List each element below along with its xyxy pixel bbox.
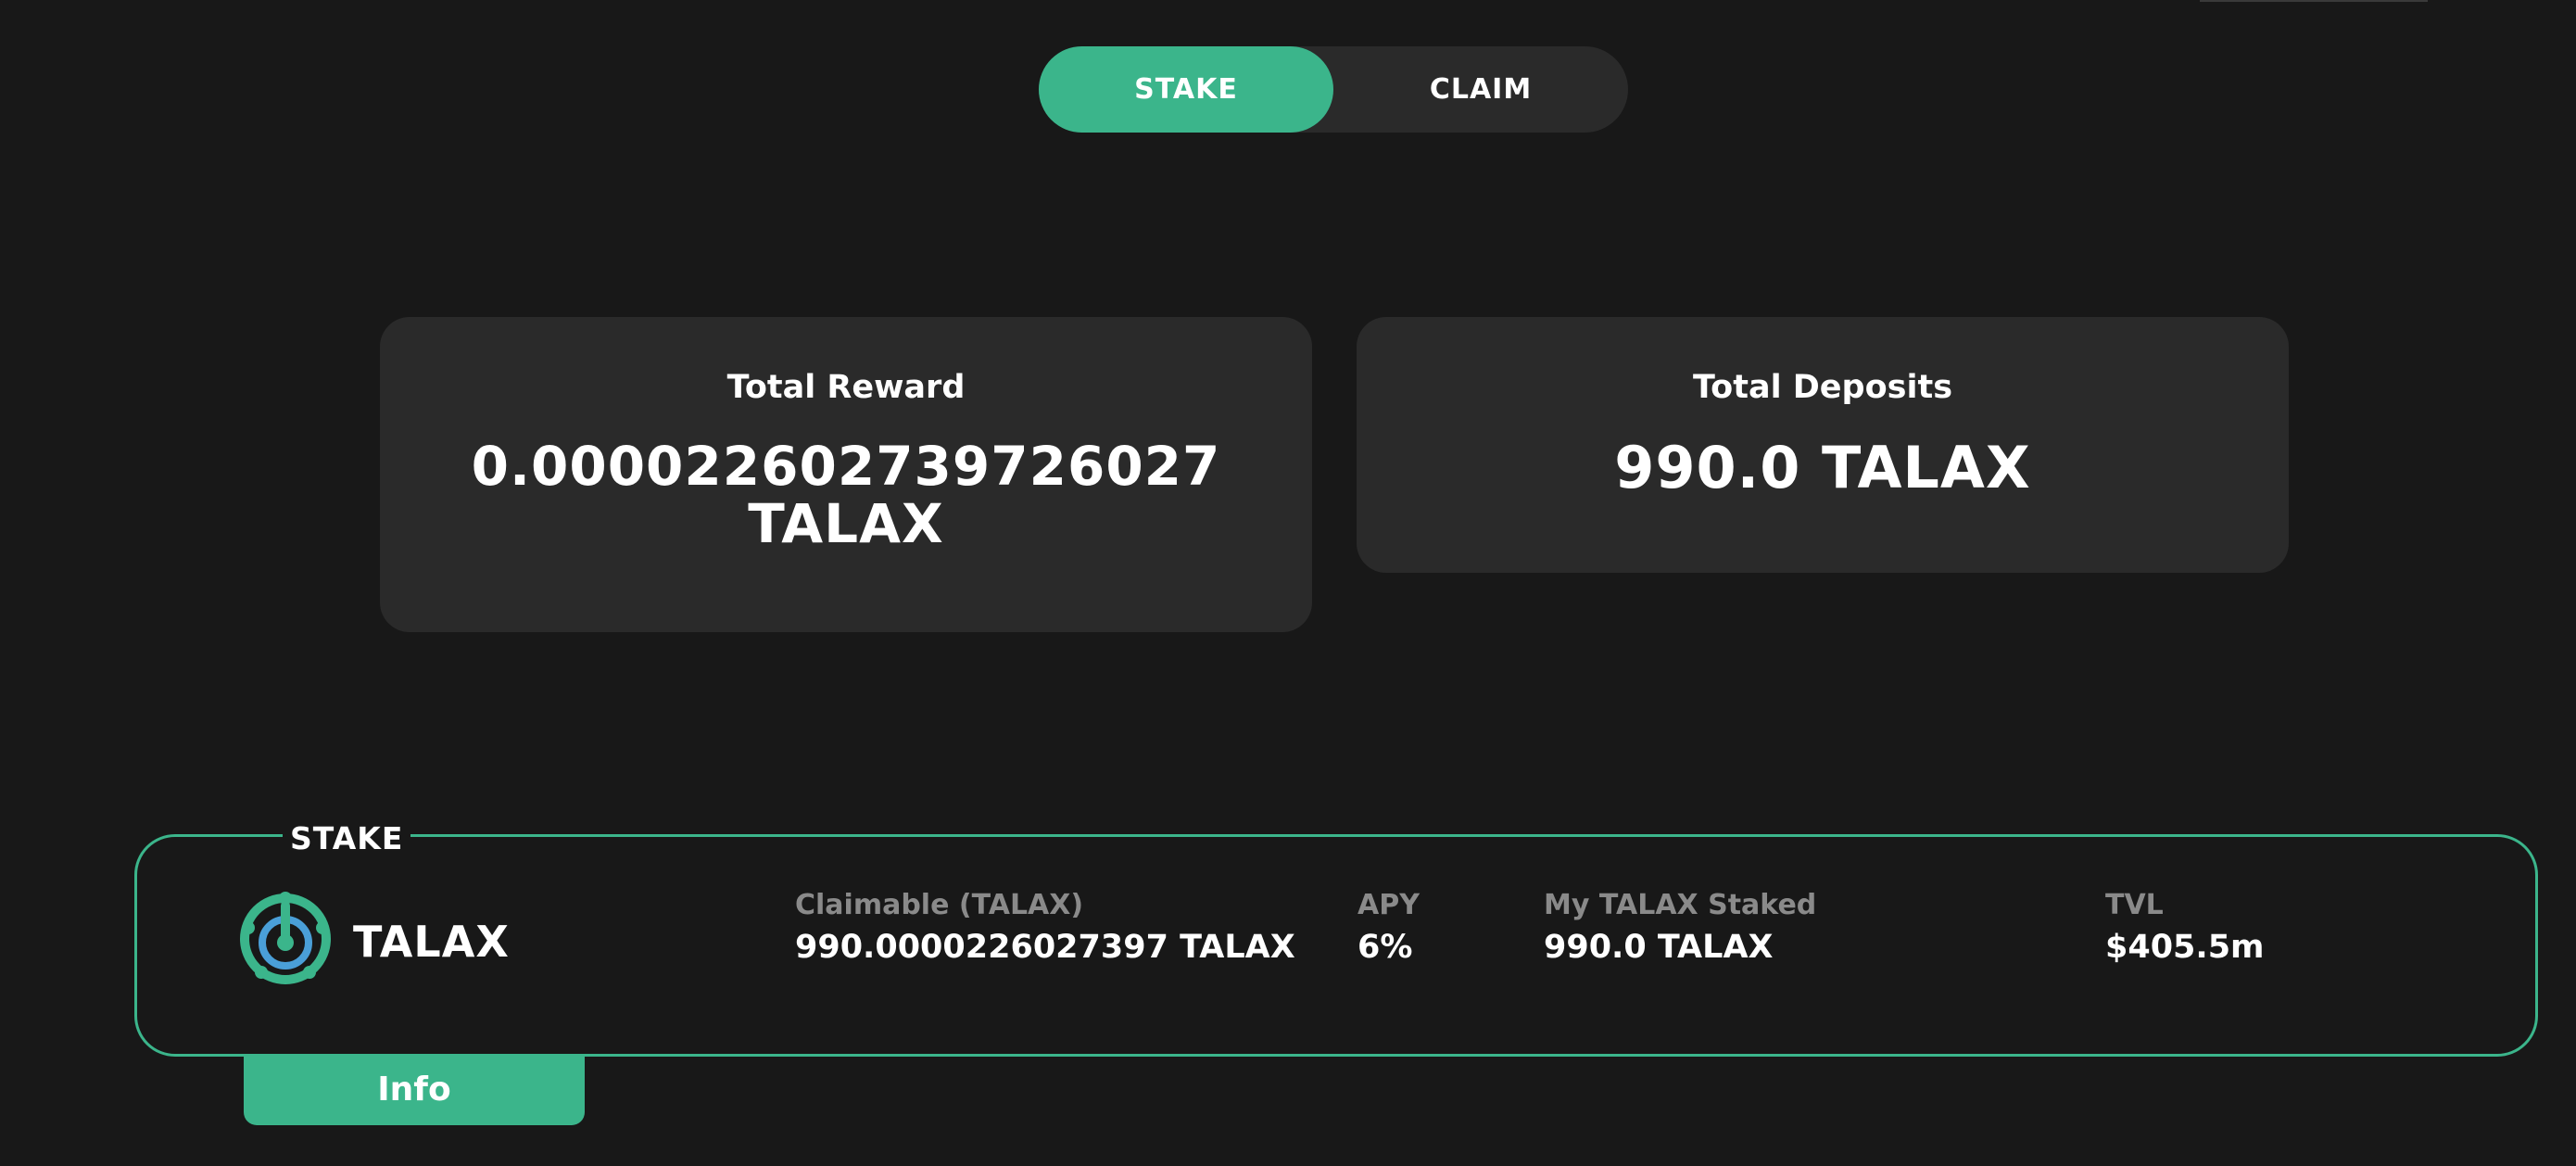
total-reward-title: Total Reward [726, 369, 966, 406]
stat-apy-value: 6% [1357, 929, 1413, 966]
stat-claimable-value: 990.0000226027397 TALAX [795, 929, 1295, 966]
top-edge-divider [2200, 0, 2428, 2]
info-button[interactable]: Info [244, 1054, 585, 1125]
stat-my-staked: My TALAX Staked 990.0 TALAX [1544, 889, 1816, 966]
stat-tvl-label: TVL [2105, 889, 2164, 921]
stake-panel: STAKE TALAX Claimable (TALAX) 990.000022… [134, 822, 2538, 1057]
stat-apy-label: APY [1357, 889, 1420, 921]
stat-my-staked-value: 990.0 TALAX [1544, 929, 1774, 966]
stat-my-staked-label: My TALAX Staked [1544, 889, 1817, 921]
stat-claimable: Claimable (TALAX) 990.0000226027397 TALA… [795, 889, 1295, 966]
stake-claim-toggle: STAKE CLAIM [1039, 46, 1628, 133]
stat-apy: APY 6% [1357, 889, 1420, 966]
total-deposits-value: 990.0 TALAX [1614, 434, 2031, 501]
total-deposits-card: Total Deposits 990.0 TALAX [1357, 317, 2289, 573]
tab-stake[interactable]: STAKE [1039, 46, 1333, 133]
total-reward-value: 0.000022602739726027 TALAX [471, 435, 1221, 555]
total-reward-card: Total Reward 0.000022602739726027 TALAX [380, 317, 1312, 632]
tab-claim[interactable]: CLAIM [1333, 46, 1628, 133]
token-name: TALAX [353, 917, 510, 967]
talax-logo-icon [237, 891, 334, 987]
stat-tvl: TVL $405.5m [2105, 889, 2265, 966]
stat-tvl-value: $405.5m [2105, 929, 2265, 966]
stake-panel-legend: STAKE [283, 822, 411, 855]
total-deposits-title: Total Deposits [1692, 369, 1953, 406]
stat-claimable-label: Claimable (TALAX) [795, 889, 1084, 921]
